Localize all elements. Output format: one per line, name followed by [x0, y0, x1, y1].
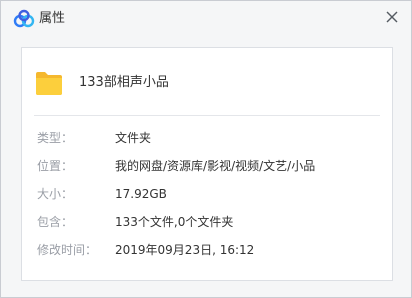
folder-icon — [36, 72, 62, 95]
title-bar: 属性 — [1, 1, 411, 37]
property-row-size: 大小： 17.92GB — [22, 185, 392, 203]
property-value: 我的网盘/资源库/影视/视频/文艺/小品 — [115, 159, 316, 173]
property-row-type: 类型： 文件夹 — [22, 129, 392, 147]
close-icon[interactable] — [381, 6, 403, 28]
window-title: 属性 — [39, 11, 66, 26]
property-label: 修改时间： — [37, 243, 98, 257]
properties-panel: 133部相声小品 类型： 文件夹 位置： 我的网盘/资源库/影视/视频/文艺/小… — [21, 47, 393, 281]
property-value: 17.92GB — [115, 187, 167, 201]
property-row-contents: 包含： 133个文件,0个文件夹 — [22, 213, 392, 231]
properties-dialog: 属性 133部相声小品 类型： 文件夹 位置： 我的网盘/资源库/影视/视频/文… — [0, 0, 412, 298]
baidu-netdisk-cloud-icon — [13, 9, 35, 28]
property-row-location: 位置： 我的网盘/资源库/影视/视频/文艺/小品 — [22, 157, 392, 175]
property-label: 大小： — [37, 187, 74, 201]
folder-name: 133部相声小品 — [79, 75, 169, 90]
property-label: 位置： — [37, 159, 74, 173]
property-value: 文件夹 — [115, 131, 152, 145]
divider — [34, 115, 380, 116]
property-row-modified: 修改时间： 2019年09月23日, 16:12 — [22, 241, 392, 259]
property-value: 133个文件,0个文件夹 — [115, 215, 234, 229]
property-value: 2019年09月23日, 16:12 — [115, 243, 255, 257]
property-label: 类型： — [37, 131, 74, 145]
property-label: 包含： — [37, 215, 74, 229]
